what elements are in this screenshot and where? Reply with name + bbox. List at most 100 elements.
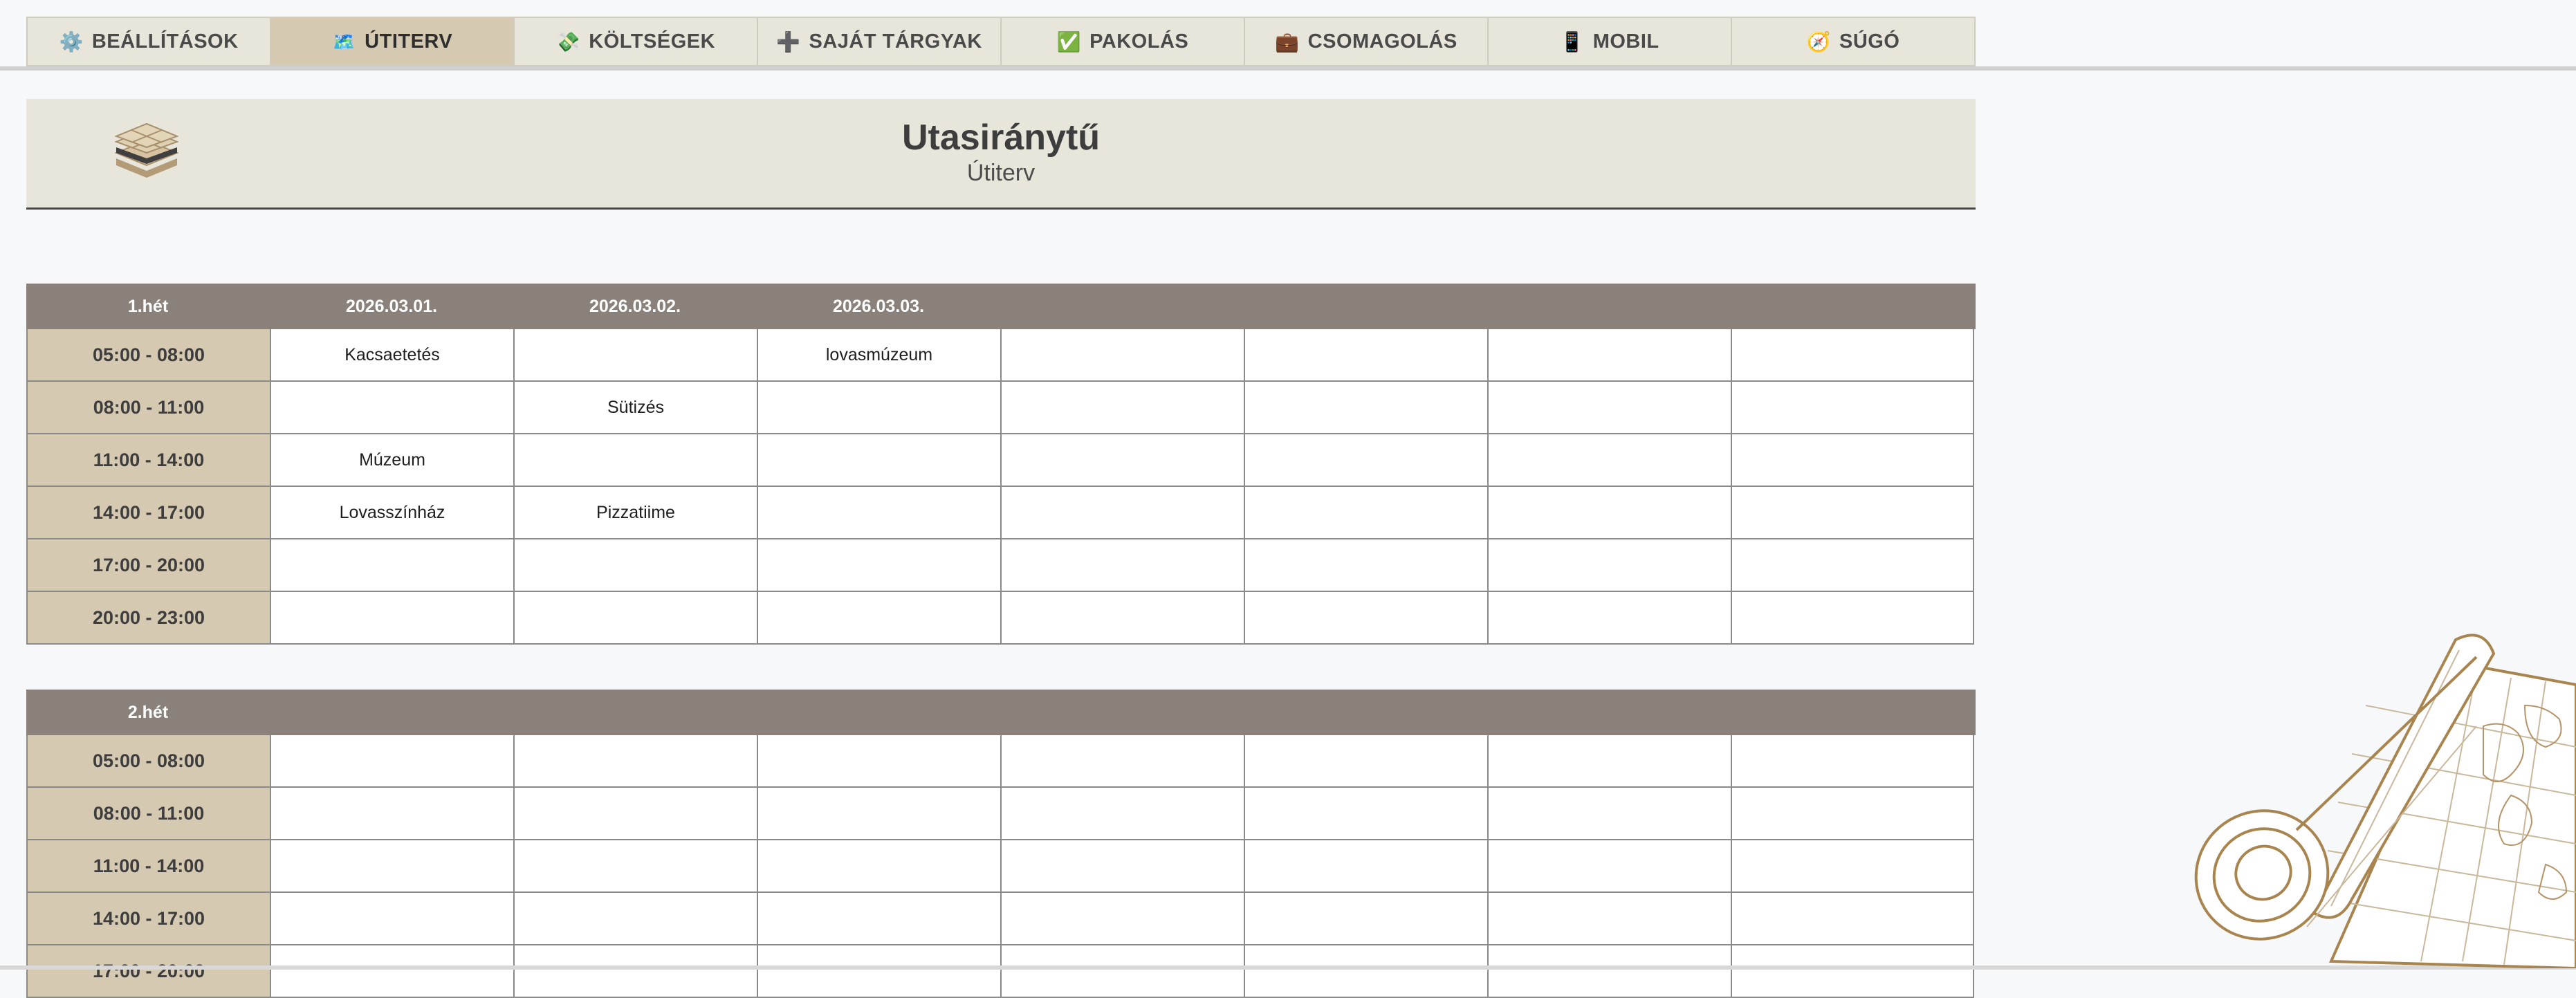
time-slot-label: 08:00 - 11:00 — [26, 788, 270, 840]
activity-cell[interactable] — [1244, 945, 1487, 998]
activity-cell[interactable] — [1487, 945, 1731, 998]
activity-cell[interactable] — [1000, 735, 1244, 788]
activity-cell[interactable] — [270, 382, 513, 434]
activity-cell[interactable] — [1244, 788, 1487, 840]
activity-cell[interactable] — [1000, 382, 1244, 434]
activity-cell[interactable] — [1244, 487, 1487, 539]
activity-cell[interactable] — [513, 329, 757, 382]
activity-cell[interactable] — [1487, 788, 1731, 840]
activity-cell[interactable] — [757, 487, 1000, 539]
activity-cell[interactable] — [513, 434, 757, 487]
activity-cell[interactable] — [1487, 840, 1731, 893]
tab-settings[interactable]: ⚙️ BEÁLLÍTÁSOK — [28, 18, 271, 65]
activity-cell[interactable] — [1487, 434, 1731, 487]
activity-cell[interactable] — [270, 893, 513, 945]
activity-cell[interactable] — [1000, 788, 1244, 840]
activity-cell[interactable] — [757, 788, 1000, 840]
activity-cell[interactable] — [1731, 893, 1974, 945]
activity-cell[interactable] — [1731, 735, 1974, 788]
tab-packing[interactable]: ✅ PAKOLÁS — [1002, 18, 1245, 65]
tab-help[interactable]: 🧭 SÚGÓ — [1732, 18, 1974, 65]
activity-cell[interactable]: Sütizés — [513, 382, 757, 434]
time-slot-label: 14:00 - 17:00 — [26, 487, 270, 539]
activity-cell[interactable] — [1244, 893, 1487, 945]
activity-cell[interactable] — [1731, 592, 1974, 645]
activity-cell[interactable] — [1000, 487, 1244, 539]
activity-cell[interactable] — [757, 893, 1000, 945]
activity-cell[interactable] — [1000, 592, 1244, 645]
activity-cell[interactable] — [1244, 434, 1487, 487]
week-table: 2.hét 05:00 - 08:00 08:00 - 11:00 11:00 … — [26, 690, 1976, 998]
activity-cell[interactable] — [757, 840, 1000, 893]
activity-cell[interactable] — [513, 539, 757, 592]
activity-cell[interactable] — [1731, 382, 1974, 434]
activity-cell[interactable] — [1731, 434, 1974, 487]
activity-cell[interactable] — [1731, 840, 1974, 893]
tab-luggage[interactable]: 💼 CSOMAGOLÁS — [1245, 18, 1489, 65]
activity-cell[interactable] — [757, 735, 1000, 788]
activity-cell[interactable] — [513, 840, 757, 893]
activity-cell[interactable] — [1000, 840, 1244, 893]
activity-cell[interactable] — [513, 945, 757, 998]
activity-cell[interactable] — [1487, 893, 1731, 945]
activity-cell[interactable] — [1244, 840, 1487, 893]
activity-cell[interactable] — [1000, 539, 1244, 592]
activity-cell[interactable] — [270, 539, 513, 592]
activity-cell[interactable] — [1487, 592, 1731, 645]
time-slot-row: 14:00 - 17:00 — [26, 893, 1976, 945]
activity-cell[interactable] — [513, 788, 757, 840]
activity-cell[interactable] — [1000, 329, 1244, 382]
activity-cell[interactable]: Múzeum — [270, 434, 513, 487]
week-label: 1.hét — [127, 296, 169, 316]
tab-label: PAKOLÁS — [1089, 30, 1189, 53]
activity-cell[interactable] — [1000, 945, 1244, 998]
activity-cell[interactable] — [1244, 592, 1487, 645]
activity-cell[interactable] — [270, 735, 513, 788]
activity-cell[interactable] — [1000, 893, 1244, 945]
activity-cell[interactable] — [1731, 945, 1974, 998]
date-header — [1731, 284, 1974, 329]
activity-cell[interactable] — [1731, 329, 1974, 382]
activity-cell[interactable] — [1731, 487, 1974, 539]
activity-cell[interactable] — [1487, 539, 1731, 592]
activity-cell[interactable] — [1000, 434, 1244, 487]
activity-cell[interactable] — [1244, 735, 1487, 788]
app-header: Utasiránytű Útiterv — [26, 99, 1976, 210]
activity-cell[interactable] — [757, 945, 1000, 998]
activity-cell[interactable] — [270, 840, 513, 893]
activity-cell[interactable] — [1487, 329, 1731, 382]
tab-label: SÚGÓ — [1839, 30, 1900, 53]
activity-cell[interactable]: Kacsaetetés — [270, 329, 513, 382]
activity-cell[interactable] — [513, 893, 757, 945]
tab-divider — [0, 66, 2576, 71]
tab-mobile[interactable]: 📱 MOBIL — [1489, 18, 1732, 65]
activity-cell[interactable] — [1487, 735, 1731, 788]
activity-cell[interactable] — [513, 735, 757, 788]
tab-itinerary[interactable]: 🗺️ ÚTITERV — [271, 18, 515, 65]
activity-cell[interactable] — [1731, 539, 1974, 592]
tab-costs[interactable]: 💸 KÖLTSÉGEK — [515, 18, 758, 65]
activity-cell[interactable] — [1487, 487, 1731, 539]
activity-cell[interactable] — [1244, 329, 1487, 382]
activity-cell[interactable] — [270, 592, 513, 645]
date-header — [1731, 690, 1974, 735]
activity-cell[interactable] — [1487, 382, 1731, 434]
time-slot-row: 08:00 - 11:00 Sütizés — [26, 382, 1976, 434]
activity-cell[interactable] — [1731, 788, 1974, 840]
activity-cell[interactable] — [270, 945, 513, 998]
activity-cell[interactable] — [513, 592, 757, 645]
activity-cell[interactable]: Lovasszínház — [270, 487, 513, 539]
activity-cell[interactable] — [757, 592, 1000, 645]
activity-cell[interactable] — [270, 788, 513, 840]
tab-own-items[interactable]: ➕ SAJÁT TÁRGYAK — [758, 18, 1002, 65]
activity-cell[interactable] — [757, 382, 1000, 434]
activity-cell[interactable] — [757, 434, 1000, 487]
activity-cell[interactable]: lovasmúzeum — [757, 329, 1000, 382]
activity-cell[interactable]: Pizzatiime — [513, 487, 757, 539]
activity-cell[interactable] — [757, 539, 1000, 592]
week-header-row: 1.hét 2026.03.01. 2026.03.02. 2026.03.03… — [26, 284, 1976, 329]
activity-cell[interactable] — [1244, 539, 1487, 592]
week-table: 1.hét 2026.03.01. 2026.03.02. 2026.03.03… — [26, 284, 1976, 645]
activity-cell[interactable] — [1244, 382, 1487, 434]
date-header — [1244, 690, 1487, 735]
